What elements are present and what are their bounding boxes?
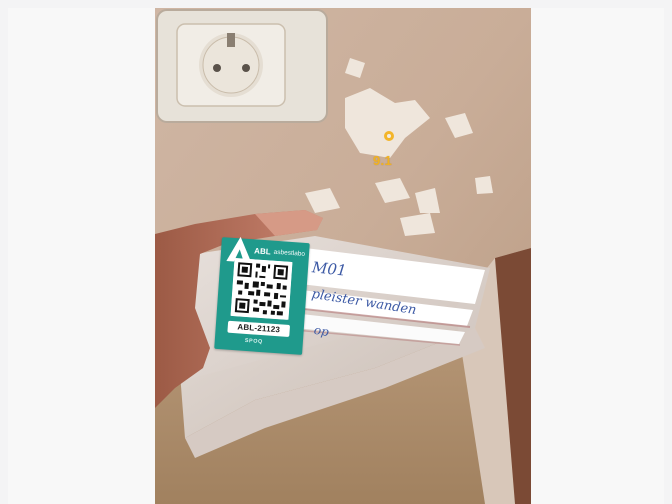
brand-name: ABL bbox=[253, 245, 271, 256]
sample-point-label: 9.1 bbox=[373, 153, 392, 168]
maker-tag: SPOQ bbox=[244, 337, 263, 346]
right-margin-panel bbox=[531, 8, 664, 504]
sample-label-card: ABL asbestlabo ABL-21123 SPOQ bbox=[214, 236, 310, 355]
photo-scene bbox=[155, 8, 531, 504]
brand-subtitle: asbestlabo bbox=[273, 248, 306, 258]
sample-photo: 9.1 M01 pleister wanden op ABL asbestlab… bbox=[155, 8, 531, 504]
photo-viewer: 9.1 M01 pleister wanden op ABL asbestlab… bbox=[0, 0, 672, 504]
brand-header: ABL asbestlabo bbox=[226, 236, 306, 263]
sample-point-marker-icon[interactable] bbox=[384, 131, 394, 141]
qr-code-icon bbox=[230, 257, 293, 320]
handwritten-extra: op bbox=[312, 322, 331, 340]
qr-code[interactable] bbox=[230, 257, 293, 320]
handwritten-sample-code: M01 bbox=[311, 258, 348, 280]
left-margin-panel bbox=[8, 8, 155, 504]
